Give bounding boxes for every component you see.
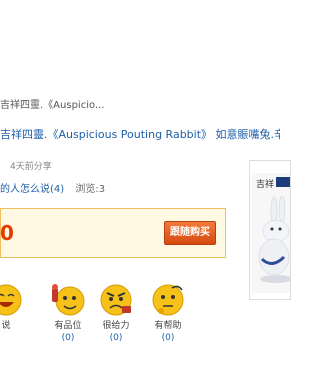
angry-face-icon <box>100 284 132 316</box>
follow-buy-button[interactable]: 跟随购买 <box>164 221 216 245</box>
thinking-face-icon <box>152 284 184 316</box>
comments-link[interactable]: 的人怎么说(4) <box>0 184 64 195</box>
vote-label: 很给力 <box>102 321 130 331</box>
breadcrumb: 吉祥四靈.《Auspicio... <box>0 100 105 111</box>
view-count: 浏览:3 <box>75 184 106 195</box>
vote-awesome[interactable]: 很给力 (0) <box>90 282 142 352</box>
vote-count: (0) <box>161 333 175 343</box>
comments-row: 的人怎么说(4) 浏览:3 <box>0 182 105 198</box>
vote-label: 有品位 <box>54 321 82 331</box>
vote-label: 说 <box>1 321 11 331</box>
vote-label: 有帮助 <box>154 321 182 331</box>
price-value: 0 <box>0 221 14 245</box>
vote-laughing[interactable]: 说 <box>0 282 32 352</box>
price-box: 0 跟随购买 <box>0 208 226 258</box>
share-time: 4天前分享 <box>10 162 52 172</box>
vote-taste[interactable]: 有品位 (0) <box>42 282 94 352</box>
cheering-face-icon <box>52 284 85 316</box>
laughing-face-icon <box>0 284 22 316</box>
vote-count: (0) <box>61 333 75 343</box>
product-title-link[interactable]: 吉祥四靈.《Auspicious Pouting Rabbit》 如意賑嘴兔.辛… <box>0 126 280 144</box>
rabbit-figurine-image: 吉祥 <box>252 173 290 293</box>
vote-count: (0) <box>109 333 123 343</box>
product-thumbnail-card[interactable]: 吉祥 <box>249 160 291 300</box>
vote-helpful[interactable]: 有帮助 (0) <box>142 282 194 352</box>
product-image-text: 吉祥 <box>256 178 274 190</box>
